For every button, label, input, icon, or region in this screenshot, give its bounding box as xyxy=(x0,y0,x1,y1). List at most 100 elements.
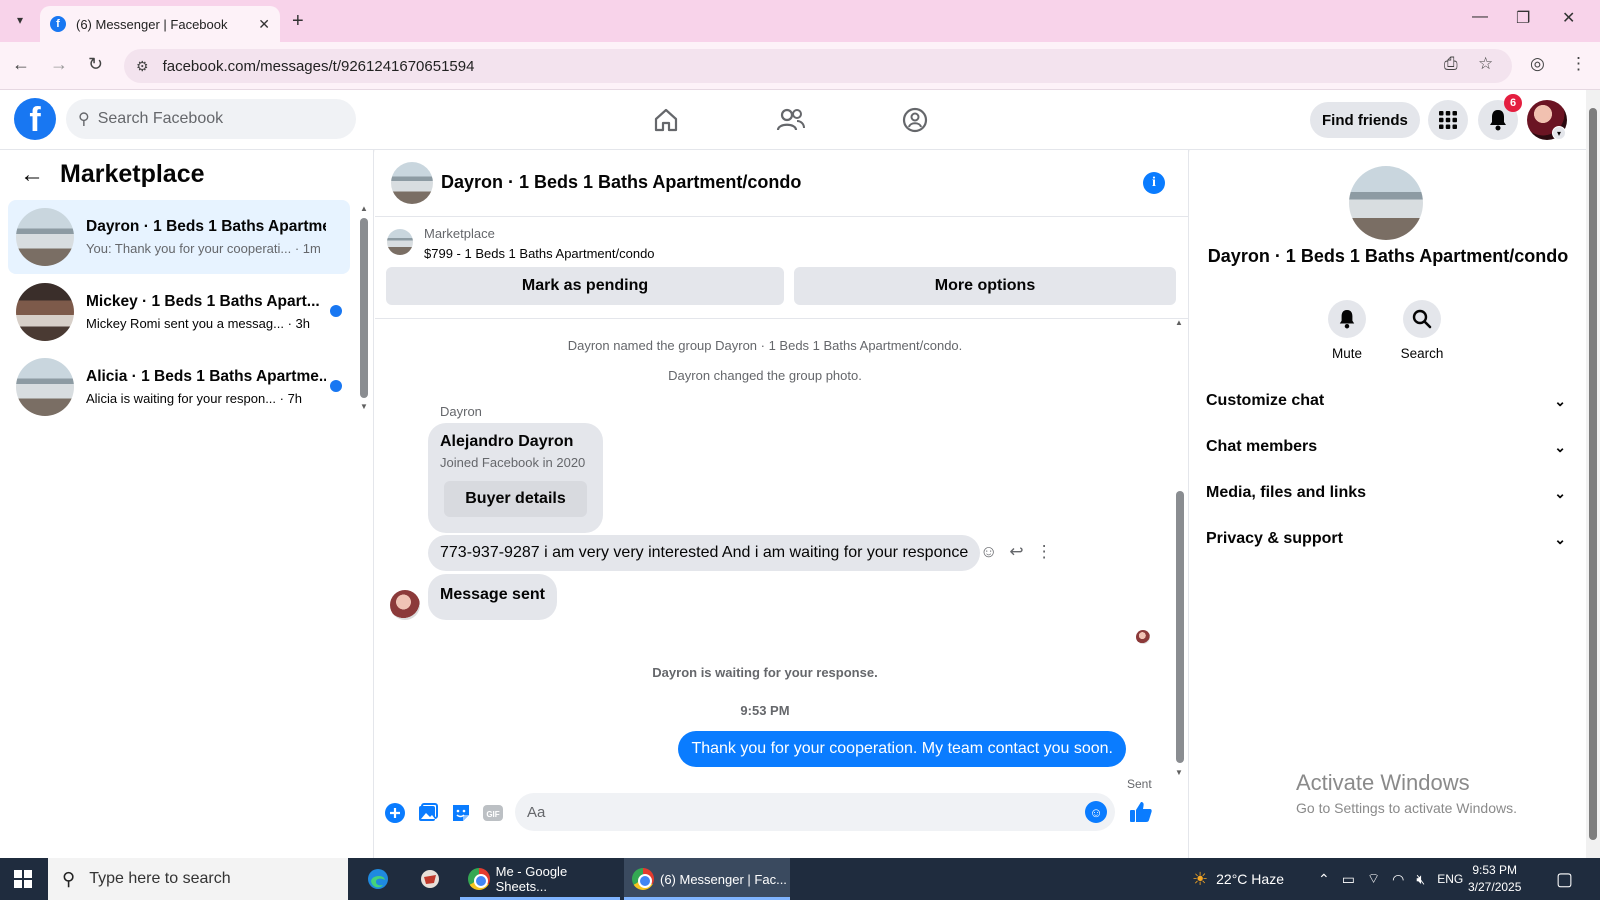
scrollbar-thumb[interactable] xyxy=(1589,108,1597,840)
forward-arrow-icon[interactable]: → xyxy=(50,54,68,75)
system-message: Dayron changed the group photo. xyxy=(668,368,862,383)
taskbar-google-sheets[interactable]: Me - Google Sheets... xyxy=(460,858,620,900)
buyer-details-button[interactable]: Buyer details xyxy=(444,481,587,517)
privacy-support-row[interactable]: Privacy & support ⌄ xyxy=(1206,519,1566,559)
mute-bell-icon[interactable] xyxy=(1328,300,1366,338)
new-tab-plus-icon[interactable]: + xyxy=(292,10,304,33)
scroll-down-icon[interactable]: ▼ xyxy=(360,402,368,411)
emoji-smile-icon[interactable]: ☺ xyxy=(1085,801,1107,823)
conversation-avatar xyxy=(16,208,74,266)
group-title: Dayron · 1 Beds 1 Baths Apartment/condo xyxy=(1207,246,1569,266)
sender-avatar[interactable] xyxy=(390,590,420,620)
action-center-icon[interactable]: ▢ xyxy=(1556,858,1573,900)
scroll-up-icon[interactable]: ▲ xyxy=(360,204,368,213)
facebook-search[interactable]: ⚲ xyxy=(66,99,356,139)
incoming-message-bubble[interactable]: 773-937-9287 i am very very interested A… xyxy=(428,535,981,571)
tray-chevron-up-icon[interactable]: ⌃ xyxy=(1318,871,1330,888)
message-sent-bubble[interactable]: Message sent xyxy=(428,574,557,620)
more-options-button[interactable]: More options xyxy=(794,267,1176,305)
account-chevron-icon[interactable]: ▾ xyxy=(1552,126,1566,140)
chat-scrollbar[interactable]: ▲ ▼ xyxy=(1175,318,1185,780)
conversation-item[interactable]: Alicia · 1 Beds 1 Baths Apartme... Alici… xyxy=(8,350,350,424)
conversation-snippet: Alicia is waiting for your respon... · 7… xyxy=(86,391,303,406)
reload-icon[interactable]: ↻ xyxy=(88,54,103,75)
back-arrow-icon[interactable]: ← xyxy=(20,161,44,189)
menu-grid-icon[interactable] xyxy=(1428,100,1468,140)
facebook-search-input[interactable] xyxy=(97,110,328,128)
chat-title[interactable]: Dayron · 1 Beds 1 Baths Apartment/condo xyxy=(441,172,801,193)
search-icon[interactable] xyxy=(1403,300,1441,338)
more-vertical-icon[interactable]: ⋮ xyxy=(1036,542,1053,562)
install-app-icon[interactable]: ⎙ xyxy=(1444,54,1458,74)
wifi-icon[interactable]: ◠ xyxy=(1392,871,1404,888)
tab-list-chevron-icon[interactable]: ▾ xyxy=(8,8,32,32)
gif-icon[interactable]: GIF xyxy=(481,801,505,825)
taskbar-clock[interactable]: 9:53 PM 3/27/2025 xyxy=(1468,862,1521,896)
clock-date: 3/27/2025 xyxy=(1468,880,1522,894)
address-bar[interactable]: ⚙ facebook.com/messages/t/92612416706515… xyxy=(124,49,1512,83)
browser-menu-icon[interactable]: ⋮ xyxy=(1570,54,1587,74)
site-settings-icon[interactable]: ⚙ xyxy=(136,58,149,75)
language-indicator[interactable]: ENG xyxy=(1437,872,1463,886)
listing-price[interactable]: $799 - 1 Beds 1 Baths Apartment/condo xyxy=(424,246,655,261)
conversation-scrollbar[interactable]: ▲ ▼ xyxy=(360,204,368,411)
scroll-up-icon[interactable]: ▲ xyxy=(1175,318,1183,327)
facebook-logo-icon[interactable]: f xyxy=(14,98,56,140)
friends-icon[interactable] xyxy=(773,104,809,136)
weather-text: 22°C Haze xyxy=(1216,871,1284,887)
profile-icon[interactable]: ◎ xyxy=(1530,54,1545,74)
tab-close-icon[interactable]: ✕ xyxy=(258,16,270,33)
home-icon[interactable] xyxy=(648,104,684,136)
taskbar-app-label: (6) Messenger | Fac... xyxy=(660,871,787,887)
message-input[interactable] xyxy=(527,803,1067,821)
reply-arrow-icon[interactable]: ↩ xyxy=(1009,542,1023,562)
bookmark-star-icon[interactable]: ☆ xyxy=(1478,54,1493,74)
buyer-name: Alejandro Dayron xyxy=(440,433,574,450)
browser-tab-messenger[interactable]: f (6) Messenger | Facebook ✕ xyxy=(40,6,280,42)
section-label: Customize chat xyxy=(1206,392,1325,409)
chat-header: Dayron · 1 Beds 1 Baths Apartment/condo … xyxy=(375,150,1189,217)
photo-icon[interactable] xyxy=(416,801,440,825)
outgoing-message-bubble[interactable]: Thank you for your cooperation. My team … xyxy=(678,731,1126,767)
mark-as-pending-button[interactable]: Mark as pending xyxy=(386,267,784,305)
like-thumbs-up-icon[interactable] xyxy=(1127,798,1155,826)
chat-avatar[interactable] xyxy=(391,162,433,204)
conversation-item[interactable]: Dayron · 1 Beds 1 Baths Apartme... You: … xyxy=(8,200,350,274)
mute-action[interactable]: Mute xyxy=(1317,300,1377,361)
conversation-avatar xyxy=(16,358,74,416)
weather-widget[interactable]: ☀ 22°C Haze xyxy=(1192,858,1284,900)
restore-icon[interactable]: ❐ xyxy=(1516,8,1530,28)
conversation-item[interactable]: Mickey · 1 Beds 1 Baths Apart... Mickey … xyxy=(8,275,350,349)
window-close-icon[interactable]: ✕ xyxy=(1562,8,1575,28)
taskbar-messenger[interactable]: (6) Messenger | Fac... xyxy=(624,858,790,900)
add-plus-icon[interactable] xyxy=(383,801,407,825)
customize-chat-row[interactable]: Customize chat ⌄ xyxy=(1206,381,1566,421)
scroll-down-icon[interactable]: ▼ xyxy=(1175,768,1183,777)
taskbar-search[interactable]: ⚲ Type here to search xyxy=(48,858,348,900)
info-icon[interactable]: i xyxy=(1143,172,1165,194)
minimize-icon[interactable]: — xyxy=(1472,8,1488,26)
media-files-links-row[interactable]: Media, files and links ⌄ xyxy=(1206,473,1566,513)
search-action[interactable]: Search xyxy=(1392,300,1452,361)
find-friends-button[interactable]: Find friends xyxy=(1310,102,1420,138)
volume-muted-icon[interactable]: 🔇︎ xyxy=(1416,871,1425,888)
scrollbar-thumb[interactable] xyxy=(360,218,368,398)
sticker-icon[interactable] xyxy=(449,801,473,825)
chevron-down-icon: ⌄ xyxy=(1554,392,1566,409)
network-icon[interactable]: ⌔ xyxy=(1367,870,1380,888)
edge-icon[interactable] xyxy=(358,858,398,900)
back-arrow-icon[interactable]: ← xyxy=(12,54,30,75)
groups-icon[interactable] xyxy=(897,104,933,136)
sent-status: Sent xyxy=(1127,777,1152,791)
chat-members-row[interactable]: Chat members ⌄ xyxy=(1206,427,1566,467)
page-scrollbar[interactable] xyxy=(1586,90,1600,858)
windows-taskbar: ⚲ Type here to search Me - Google Sheets… xyxy=(0,858,1600,900)
windows-start-icon[interactable] xyxy=(14,870,32,888)
react-emoji-icon[interactable]: ☺ xyxy=(980,542,997,562)
battery-icon[interactable]: ▭ xyxy=(1342,871,1355,888)
scrollbar-thumb[interactable] xyxy=(1176,491,1184,763)
app-icon[interactable] xyxy=(410,858,450,900)
listing-thumbnail[interactable] xyxy=(387,229,413,255)
group-avatar[interactable] xyxy=(1349,166,1423,240)
chrome-icon xyxy=(468,868,490,890)
